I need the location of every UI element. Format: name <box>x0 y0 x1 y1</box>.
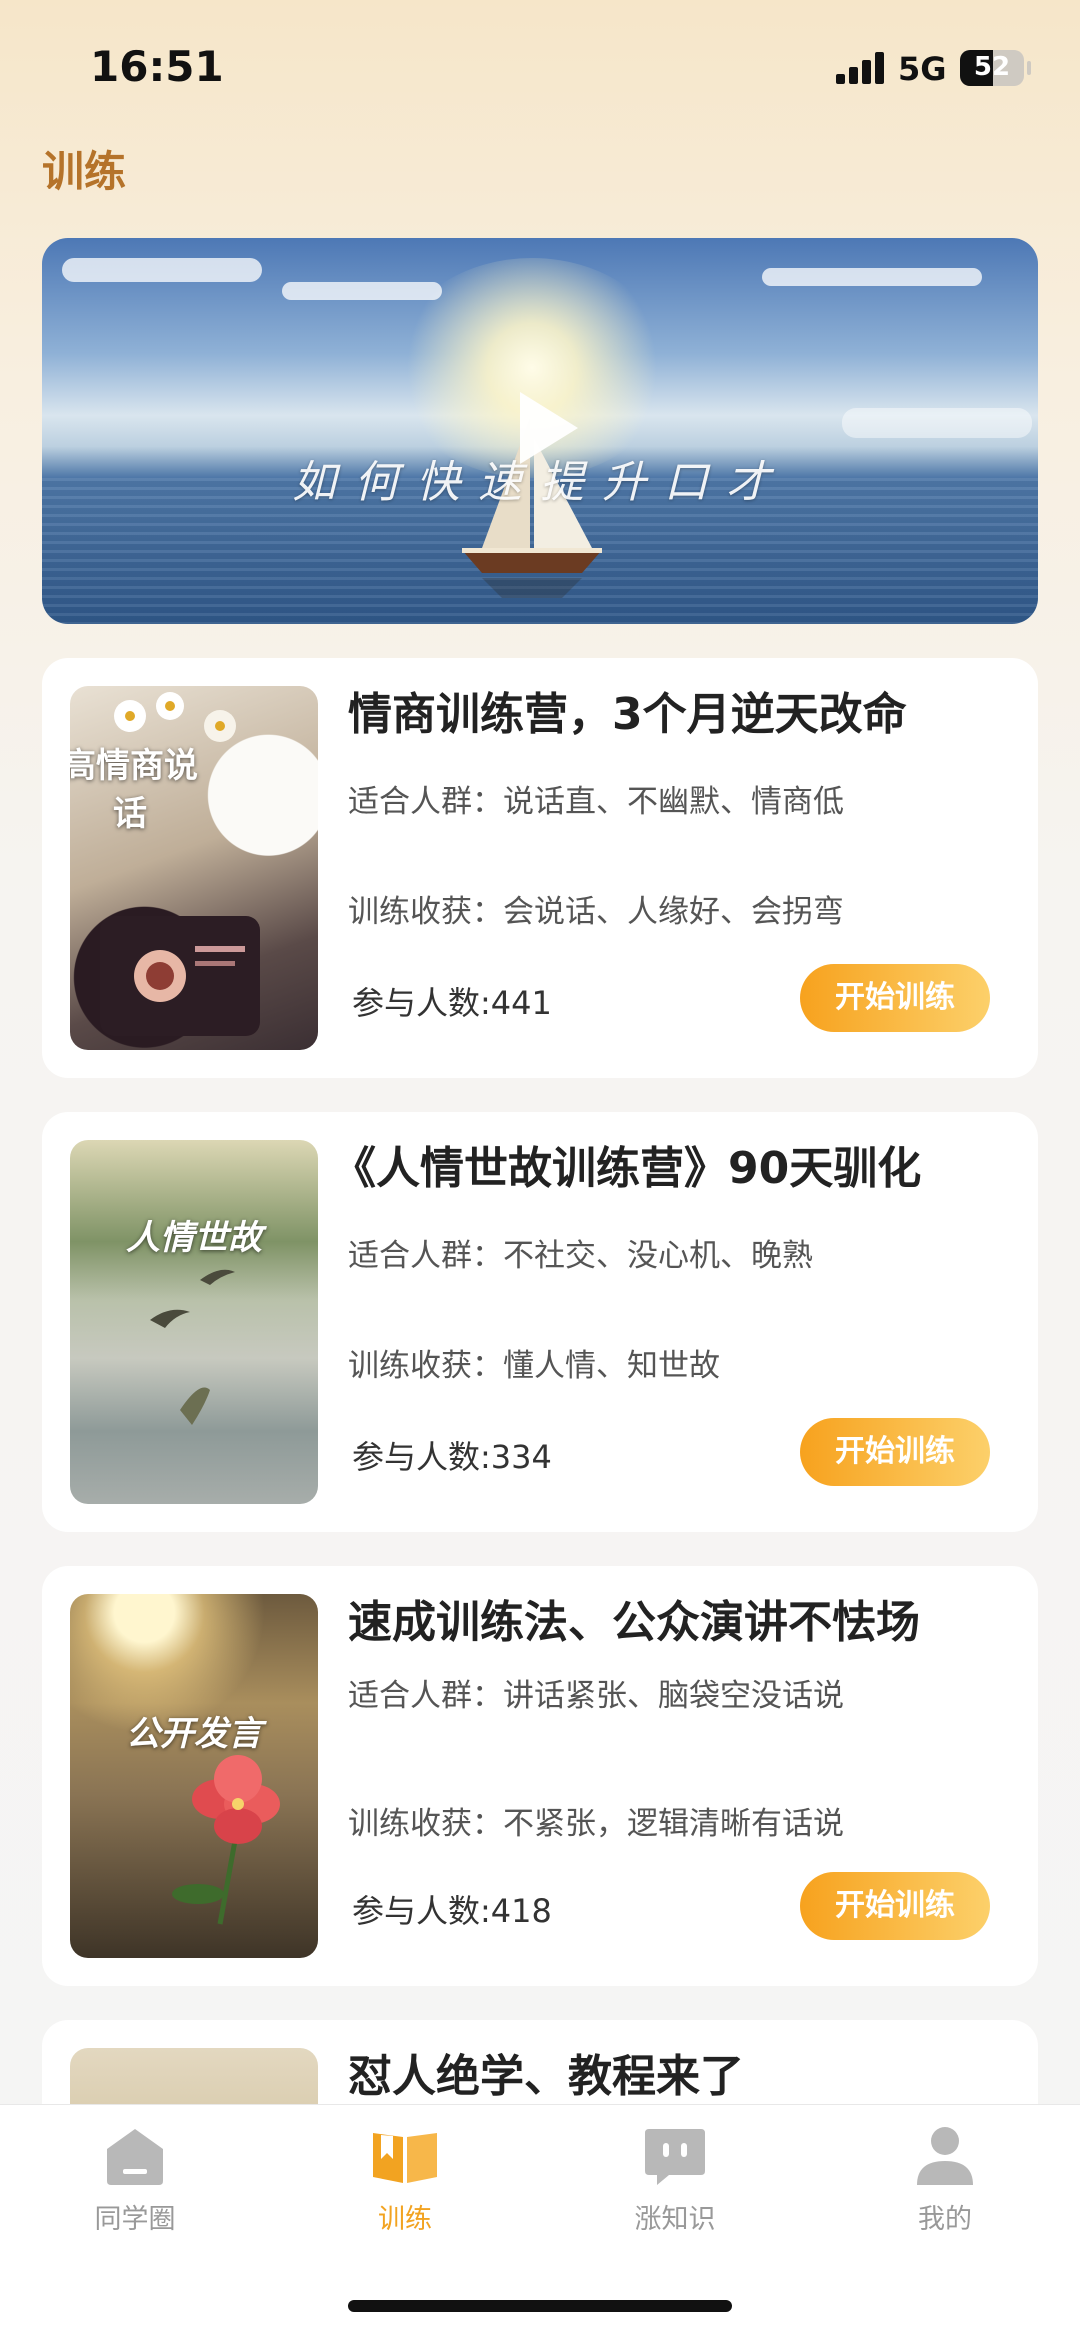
battery-icon: 52 <box>960 50 1024 86</box>
flowers-tablet-image <box>100 692 260 1036</box>
tab-label: 训练 <box>378 2204 432 2235</box>
course-thumbnail: 人情世故 <box>70 1140 318 1504</box>
course-gain: 训练收获：懂人情、知世故 <box>348 1348 720 1384</box>
course-title: 怼人绝学、教程来了 <box>348 2051 744 2102</box>
tab-training[interactable]: 训练 <box>305 2119 505 2236</box>
participant-count: 参与人数:334 <box>352 1438 552 1476</box>
course-title: 《人情世故训练营》90天驯化 <box>332 1143 922 1194</box>
network-label: 5G <box>898 50 947 88</box>
course-audience: 适合人群：说话直、不幽默、情商低 <box>348 784 844 820</box>
status-time: 16:51 <box>90 42 224 91</box>
book-icon <box>373 2133 437 2183</box>
tab-label: 我的 <box>918 2204 972 2235</box>
chat-icon <box>645 2129 705 2185</box>
thumbnail-label: 公开发言 <box>126 1714 262 1754</box>
tab-classmates[interactable]: 同学圈 <box>35 2119 235 2236</box>
page-title: 训练 <box>42 147 127 196</box>
tab-knowledge[interactable]: 涨知识 <box>575 2119 775 2236</box>
participant-count: 参与人数:418 <box>352 1892 552 1930</box>
home-icon <box>107 2129 163 2185</box>
thumbnail-label: 高情商说话 <box>70 746 198 834</box>
cloud <box>282 282 442 300</box>
video-banner[interactable]: 如何快速提升口才 <box>42 238 1038 624</box>
signal-icon <box>836 52 886 84</box>
course-thumbnail: 高情商说话 <box>70 686 318 1050</box>
flower-image <box>172 1755 280 1925</box>
banner-caption: 如何快速提升口才 <box>292 457 788 508</box>
course-audience: 适合人群：讲话紧张、脑袋空没话说 <box>348 1678 844 1714</box>
course-title: 速成训练法、公众演讲不怯场 <box>348 1597 920 1648</box>
cloud <box>762 268 982 286</box>
course-card[interactable]: 公开发言 速成训练法、公众演讲不怯场 适合人群：讲话紧张、脑袋空没话说 训练收获… <box>42 1566 1038 1986</box>
course-gain: 训练收获：不紧张，逻辑清晰有话说 <box>348 1806 844 1842</box>
battery-level: 52 <box>973 52 1011 82</box>
course-title: 情商训练营，3个月逆天改命 <box>348 689 907 740</box>
tab-label: 同学圈 <box>94 2204 176 2235</box>
tab-label: 涨知识 <box>634 2204 716 2235</box>
battery-tip <box>1027 61 1031 75</box>
start-training-button[interactable]: 开始训练 <box>800 964 990 1032</box>
course-gain: 训练收获：会说话、人缘好、会拐弯 <box>348 894 844 930</box>
course-audience: 适合人群：不社交、没心机、晚熟 <box>348 1238 813 1274</box>
seagulls-image <box>150 1269 235 1425</box>
user-icon <box>917 2127 973 2185</box>
status-bar: 16:51 5G 52 <box>0 0 1080 130</box>
course-thumbnail: 公开发言 <box>70 1594 318 1958</box>
start-training-button[interactable]: 开始训练 <box>800 1418 990 1486</box>
tab-profile[interactable]: 我的 <box>845 2119 1045 2236</box>
start-training-button[interactable]: 开始训练 <box>800 1872 990 1940</box>
cloud <box>62 258 262 282</box>
home-indicator <box>348 2300 732 2312</box>
thumbnail-label: 人情世故 <box>126 1218 262 1258</box>
participant-count: 参与人数:441 <box>352 984 552 1022</box>
course-card[interactable]: 人情世故 《人情世故训练营》90天驯化 适合人群：不社交、没心机、晚熟 训练收获… <box>42 1112 1038 1532</box>
course-card[interactable]: 高情商说话 情商训练营，3个月逆天改命 适合人群：说话直、不幽默、情商低 训练收… <box>42 658 1038 1078</box>
cloud <box>842 408 1032 438</box>
